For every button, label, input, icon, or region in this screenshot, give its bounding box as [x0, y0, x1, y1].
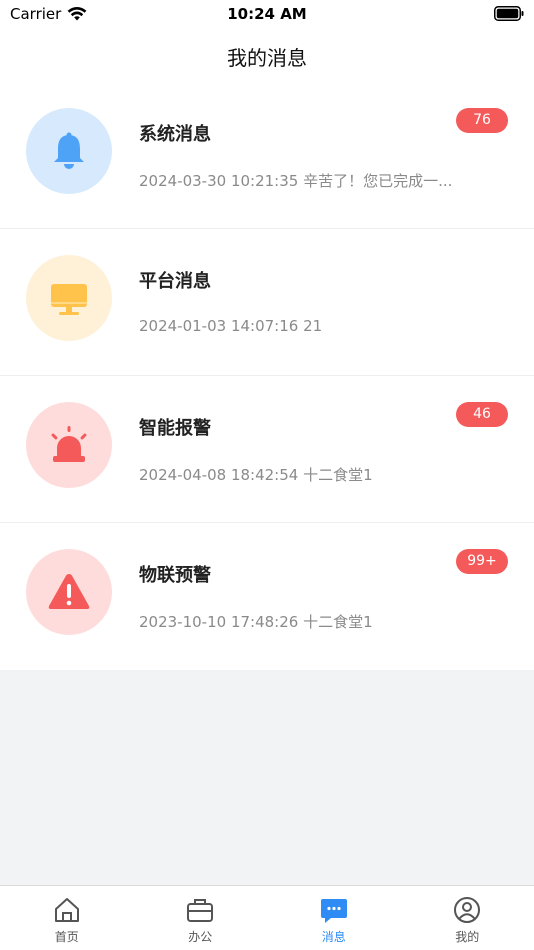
tab-office[interactable]: 办公 [134, 886, 268, 950]
message-icon-circle [26, 549, 112, 635]
message-item-smart-alarm[interactable]: 智能报警 2024-04-08 18:42:54 十二食堂1 46 [0, 376, 534, 523]
unread-badge: 76 [456, 108, 508, 133]
profile-icon [454, 897, 481, 923]
status-bar: Carrier 10:24 AM [0, 0, 534, 30]
message-icon-circle [26, 108, 112, 194]
tab-messages[interactable]: 消息 [267, 886, 401, 950]
message-title: 系统消息 [139, 124, 211, 145]
message-preview: 2023-10-10 17:48:26 十二食堂1 [139, 613, 373, 631]
unread-badge: 46 [456, 402, 508, 427]
message-icon-circle [26, 255, 112, 341]
nav-bar: 我的消息 [0, 30, 534, 82]
chat-bubble-icon [320, 899, 347, 923]
tab-label: 消息 [321, 930, 346, 944]
message-list: 系统消息 2024-03-30 10:21:35 辛苦了！您已完成一... 76… [0, 82, 534, 670]
tab-label: 首页 [54, 930, 79, 944]
message-item-platform[interactable]: 平台消息 2024-01-03 14:07:16 21 [0, 229, 534, 376]
briefcase-icon [187, 899, 214, 922]
message-preview: 2024-01-03 14:07:16 21 [139, 317, 323, 335]
message-icon-circle [26, 402, 112, 488]
monitor-icon [51, 284, 87, 315]
unread-badge: 99+ [456, 549, 508, 574]
message-title: 智能报警 [139, 418, 211, 439]
message-preview: 2024-04-08 18:42:54 十二食堂1 [139, 466, 373, 484]
message-item-iot-warning[interactable]: 物联预警 2023-10-10 17:48:26 十二食堂1 99+ [0, 523, 534, 670]
tab-bar: 首页 办公 消息 我的 [0, 885, 534, 950]
home-icon [54, 898, 79, 922]
battery-icon [494, 6, 524, 21]
tab-label: 办公 [188, 930, 213, 944]
message-title: 物联预警 [139, 565, 211, 586]
message-title: 平台消息 [139, 271, 211, 292]
warning-icon [48, 574, 90, 609]
bell-icon [54, 132, 84, 169]
message-item-system[interactable]: 系统消息 2024-03-30 10:21:35 辛苦了！您已完成一... 76 [0, 82, 534, 229]
page-title: 我的消息 [227, 46, 307, 70]
status-time: 10:24 AM [227, 5, 307, 23]
message-preview: 2024-03-30 10:21:35 辛苦了！您已完成一... [139, 172, 453, 190]
tab-label: 我的 [455, 930, 480, 944]
alarm-light-icon [51, 426, 87, 462]
tab-mine[interactable]: 我的 [401, 886, 534, 950]
tab-home[interactable]: 首页 [0, 886, 134, 950]
